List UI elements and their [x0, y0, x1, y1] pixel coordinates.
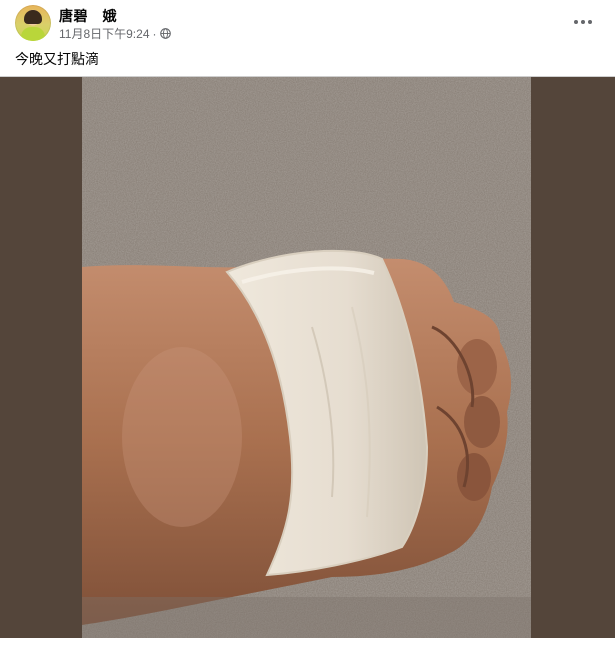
avatar-hair-shape	[24, 10, 42, 24]
more-options-button[interactable]	[567, 8, 599, 36]
wrist-with-bandage-photo[interactable]	[82, 77, 531, 639]
post-bottom-divider	[0, 638, 615, 645]
more-dot	[581, 20, 585, 24]
post-header: 唐碧 娥 11月8日下午9:24 ·	[0, 0, 615, 46]
more-dot	[588, 20, 592, 24]
author-avatar[interactable]	[15, 5, 51, 41]
knuckle	[464, 396, 500, 448]
author-name[interactable]: 唐碧 娥	[59, 6, 117, 26]
knuckle	[457, 339, 497, 395]
more-dot	[574, 20, 578, 24]
meta-separator: ·	[152, 26, 157, 41]
post-text: 今晚又打點滴	[15, 51, 99, 67]
avatar-body-shape	[21, 27, 45, 41]
post-timestamp[interactable]: 11月8日下午9:24	[59, 25, 150, 42]
wrist-highlight	[122, 347, 242, 527]
knuckle	[457, 453, 491, 501]
bottom-shadow	[82, 597, 531, 639]
post-media[interactable]	[0, 76, 615, 639]
globe-icon[interactable]	[159, 28, 171, 39]
facebook-post: 唐碧 娥 11月8日下午9:24 · 今晚又打點滴	[0, 0, 615, 645]
photo-illustration	[82, 77, 531, 639]
post-meta: 11月8日下午9:24 ·	[59, 25, 171, 42]
